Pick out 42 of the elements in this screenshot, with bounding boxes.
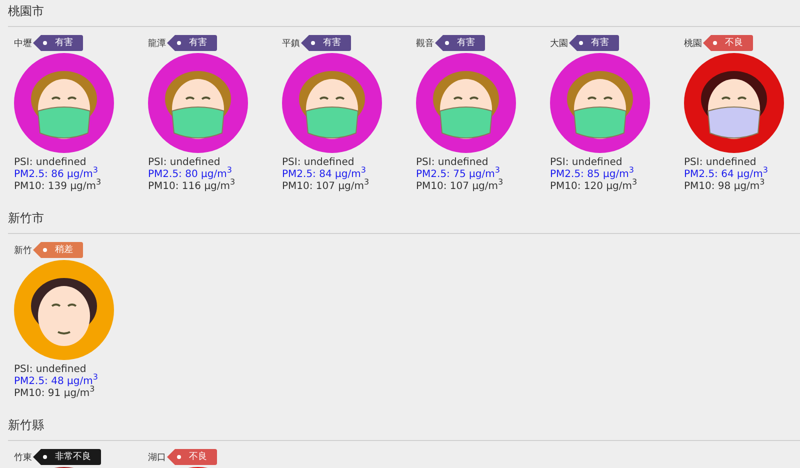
station-name: 中壢: [14, 38, 32, 50]
section-title: 新竹市: [8, 207, 800, 234]
station-name: 新竹: [14, 244, 32, 256]
station-name: 竹東: [14, 452, 32, 464]
station-name: 桃園: [684, 38, 702, 50]
pm25-reading: PM2.5: 84 μg/m$^{3}$: [282, 169, 366, 180]
status-tag: 非常不良: [33, 449, 101, 465]
station-name: 大園: [550, 38, 568, 50]
psi-reading: PSI: undefined: [282, 157, 356, 169]
status-tag: 有害: [569, 35, 619, 51]
station-name: 龍潭: [148, 38, 166, 50]
psi-reading: PSI: undefined: [416, 157, 490, 169]
status-tag: 不良: [703, 35, 753, 51]
pm25-reading: PM2.5: 75 μg/m$^{3}$: [416, 169, 500, 180]
pm10-reading: PM10: 91 μg/m$^{3}$: [14, 388, 96, 400]
psi-reading: PSI: undefined: [550, 157, 624, 169]
pm10-reading: PM10: 107 μg/m$^{3}$: [282, 181, 370, 193]
status-tag: 有害: [167, 35, 217, 51]
psi-reading: PSI: undefined: [148, 157, 222, 169]
status-tag: 稍差: [33, 242, 83, 258]
pm25-reading: PM2.5: 86 μg/m$^{3}$: [14, 169, 98, 180]
status-tag: 不良: [167, 449, 217, 465]
pm25-reading: PM2.5: 85 μg/m$^{3}$: [550, 169, 634, 180]
pm25-reading: PM2.5: 80 μg/m$^{3}$: [148, 169, 232, 180]
pm10-reading: PM10: 139 μg/m$^{3}$: [14, 181, 102, 193]
psi-reading: PSI: undefined: [14, 157, 88, 169]
station-name: 平鎮: [282, 38, 300, 50]
status-tag: 有害: [33, 35, 83, 51]
section-title: 桃園市: [8, 0, 800, 27]
pm25-reading: PM2.5: 48 μg/m$^{3}$: [14, 376, 99, 387]
pm10-reading: PM10: 107 μg/m$^{3}$: [416, 181, 504, 193]
psi-reading: PSI: undefined: [684, 157, 758, 169]
pm10-reading: PM10: 120 μg/m$^{3}$: [550, 181, 638, 193]
pm10-reading: PM10: 98 μg/m$^{3}$: [684, 181, 766, 193]
status-tag: 有害: [435, 35, 485, 51]
pm10-reading: PM10: 116 μg/m$^{3}$: [148, 181, 236, 193]
status-tag: 有害: [301, 35, 351, 51]
station-name: 湖口: [148, 452, 166, 464]
pm25-reading: PM2.5: 64 μg/m$^{3}$: [684, 169, 769, 180]
section-title: 新竹縣: [8, 414, 800, 441]
psi-reading: PSI: undefined: [14, 364, 88, 376]
station-name: 觀音: [416, 38, 434, 50]
